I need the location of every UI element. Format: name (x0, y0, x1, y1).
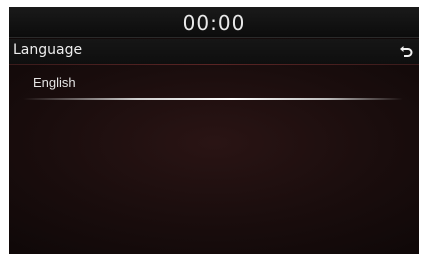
head-unit-screen: 00:00 Language English (9, 7, 419, 254)
page-title: Language (13, 42, 83, 58)
language-list: English (9, 66, 419, 100)
back-arrow-icon (400, 46, 413, 57)
clock: 00:00 (182, 11, 246, 35)
title-bar: Language (9, 39, 419, 65)
status-bar: 00:00 (9, 7, 419, 38)
item-divider (23, 98, 403, 100)
list-item-english[interactable]: English (9, 66, 419, 100)
list-item-label: English (33, 75, 76, 90)
back-button[interactable] (395, 41, 417, 63)
